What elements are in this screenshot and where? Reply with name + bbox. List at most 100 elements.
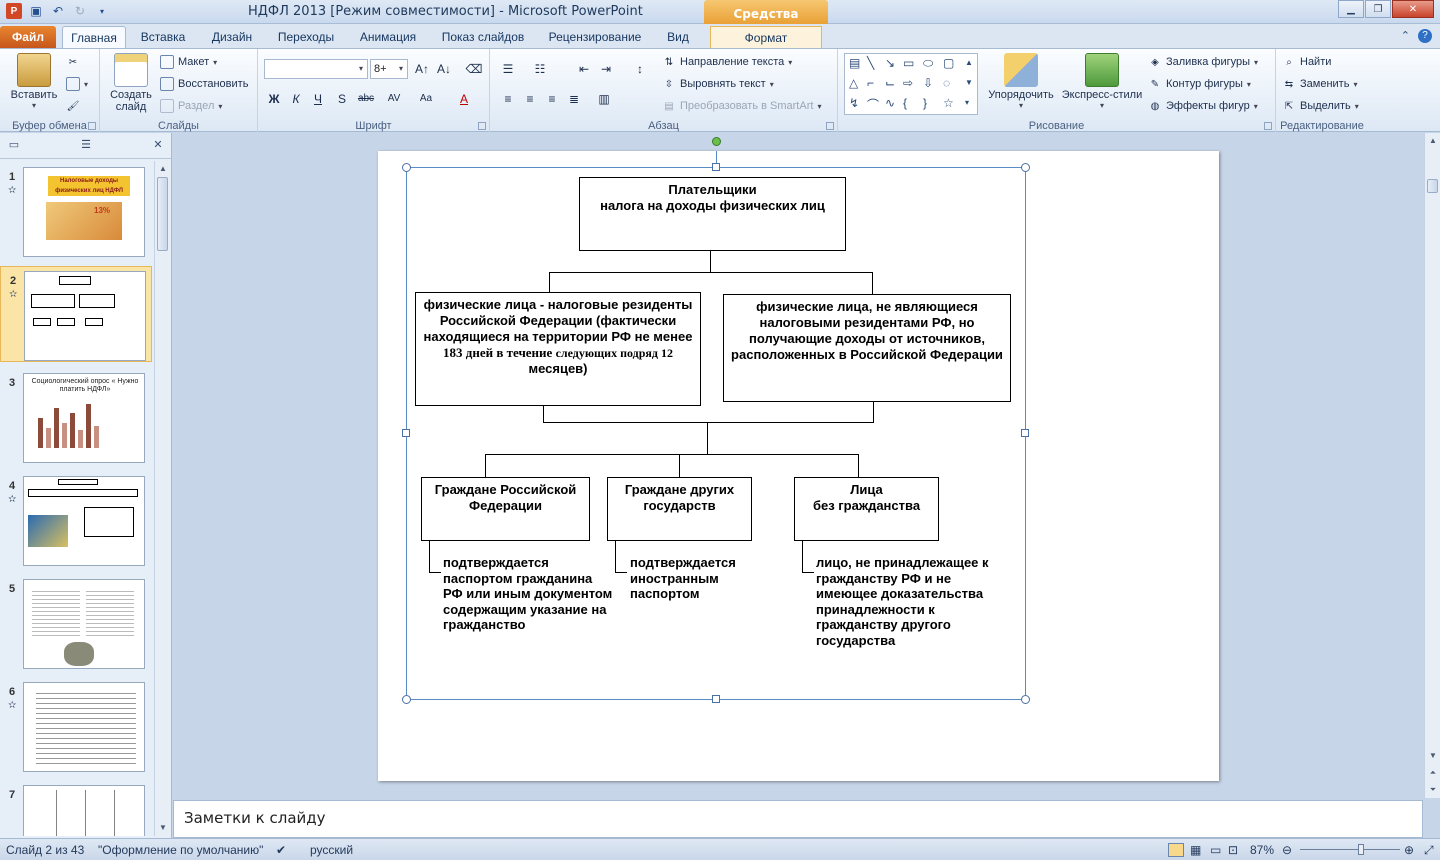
thumbnail-row-3[interactable]: 3 Социологический опрос « Нужно платить … [0,369,152,465]
zoom-slider[interactable] [1300,844,1400,855]
justify-icon[interactable]: ≣ [564,89,584,109]
slide-thumbnail-6[interactable] [23,682,145,772]
outline-tab-icon[interactable]: ☰ [78,138,94,154]
shapes-gallery[interactable]: ▤ ╲ ↘ ▭ ⬭ ▢ △ ⌐ ⌙ ⇨ ⇩ ◌ ↯ ⌒ ∿ { } ☆ ▲ ▼ … [844,53,978,115]
close-icon[interactable]: ✕ [1392,0,1434,18]
minimize-icon[interactable]: ▁ [1338,0,1364,18]
resize-handle-e[interactable] [1021,429,1029,437]
editor-scrollbar[interactable]: ▲ ▼ ⏶ ⏷ [1424,133,1440,798]
dialog-launcher-icon[interactable] [826,122,834,130]
scroll-down-icon[interactable]: ▼ [1425,748,1440,764]
redo-icon[interactable]: ↻ [72,3,88,19]
font-color-button[interactable]: A [454,89,474,109]
freeform-icon[interactable]: ∿ [885,96,895,110]
curve-icon[interactable]: ⌒ [867,96,879,113]
font-size-combo[interactable]: 8+ ▾ [370,59,408,79]
powerpoint-logo-icon[interactable]: P [6,3,22,19]
callout-shape-icon[interactable]: ◌ [943,76,950,90]
rotation-handle[interactable] [712,137,721,146]
tab-format[interactable]: Формат [710,26,822,48]
slide-thumbnail-5[interactable] [23,579,145,669]
line-spacing-icon[interactable]: ↕ [630,59,650,79]
tab-slideshow[interactable]: Показ слайдов [434,26,532,48]
grow-font-button[interactable]: A↑ [412,59,432,79]
star-shape-icon[interactable]: ☆ [943,96,954,110]
slide-thumbnail-2[interactable] [24,271,146,361]
scroll-up-icon[interactable]: ▲ [155,161,171,177]
resize-handle-s[interactable] [712,695,720,703]
bold-button[interactable]: Ж [264,89,284,109]
slides-panel-scrollbar[interactable]: ▲ ▼ [154,161,170,836]
thumbnail-row-5[interactable]: 5 [0,575,152,671]
scrollbar-thumb[interactable] [1427,179,1438,193]
notes-placeholder[interactable]: Заметки к слайду [184,809,326,827]
slide-thumbnail-4[interactable] [23,476,145,566]
scroll-up-icon[interactable]: ▲ [1425,133,1440,149]
shadow-button[interactable]: S [332,89,352,109]
zoom-in-icon[interactable]: ⊕ [1404,843,1414,857]
scroll-up-icon[interactable]: ▲ [965,58,973,67]
select-button[interactable]: ⇱ Выделить ▾ [1282,97,1359,115]
line-shape-icon[interactable]: ╲ [867,56,874,70]
language-indicator[interactable]: русский [310,843,353,857]
rectangle-shape-icon[interactable]: ▭ [903,56,914,70]
oval-shape-icon[interactable]: ⬭ [923,56,933,71]
slide-thumbnail-3[interactable]: Социологический опрос « Нужно платить НД… [23,373,145,463]
clear-formatting-icon[interactable]: ⌫ [464,59,484,79]
resize-handle-nw[interactable] [402,163,411,172]
thumbnail-row-6[interactable]: 6 ✫ [0,678,152,774]
undo-icon[interactable]: ↶ [50,3,66,19]
tab-home[interactable]: Главная [62,26,126,48]
dialog-launcher-icon[interactable] [88,122,96,130]
tab-transitions[interactable]: Переходы [270,26,342,48]
down-arrow-shape-icon[interactable]: ⇩ [923,76,933,90]
thumbnail-row-2[interactable]: 2 ✫ [0,266,152,362]
rounded-rect-shape-icon[interactable]: ▢ [943,56,954,70]
bullets-icon[interactable]: ☰ [498,59,518,79]
align-left-icon[interactable]: ≡ [498,89,518,109]
resize-handle-sw[interactable] [402,695,411,704]
text-direction-button[interactable]: ⇅ Направление текста ▾ [662,53,793,71]
numbering-icon[interactable]: ☷ [530,59,550,79]
gallery-more-icon[interactable]: ▾ [965,98,969,107]
zoom-out-icon[interactable]: ⊖ [1282,843,1292,857]
change-case-button[interactable]: Aa [416,89,436,109]
scrollbar-thumb[interactable] [157,177,168,251]
slide-sorter-icon[interactable]: ▦ [1190,843,1201,857]
quick-styles-button[interactable]: Экспресс-стили ▾ [1060,53,1144,110]
shape-fill-button[interactable]: ◈ Заливка фигуры ▾ [1148,53,1258,71]
dialog-launcher-icon[interactable] [478,122,486,130]
curve-arrow-icon[interactable]: ↯ [849,96,859,110]
minimize-ribbon-icon[interactable]: ⌃ [1401,29,1410,43]
tab-view[interactable]: Вид [660,26,696,48]
text-box-shape-icon[interactable]: ▤ [849,56,860,70]
shape-outline-button[interactable]: ✎ Контур фигуры ▾ [1148,75,1251,93]
dialog-launcher-icon[interactable] [1264,122,1272,130]
resize-handle-w[interactable] [402,429,410,437]
align-center-icon[interactable]: ≡ [520,89,540,109]
group-selection-frame[interactable] [406,167,1026,700]
cut-button[interactable]: ✂ [66,53,80,71]
thumbnail-row-1[interactable]: 1 ✫ Налоговые доходы физических лиц НДФЛ… [0,163,152,259]
align-right-icon[interactable]: ≡ [542,89,562,109]
maximize-icon[interactable]: ❐ [1365,0,1391,18]
left-brace-icon[interactable]: { [903,96,907,110]
thumbnail-row-4[interactable]: 4 ✫ [0,472,152,568]
fit-to-window-icon[interactable]: ⤢ [1424,843,1434,858]
italic-button[interactable]: К [286,89,306,109]
tab-insert[interactable]: Вставка [134,26,192,48]
scroll-down-icon[interactable]: ▼ [155,820,171,836]
next-slide-icon[interactable]: ⏷ [1425,782,1440,798]
copy-button[interactable]: ▾ [66,75,88,93]
theme-name[interactable]: "Оформление по умолчанию" [98,843,263,857]
notes-pane[interactable]: Заметки к слайду [173,800,1423,838]
font-name-combo[interactable]: ▾ [264,59,368,79]
tab-animation[interactable]: Анимация [352,26,424,48]
slides-tab-icon[interactable]: ▭ [6,138,22,154]
slide-canvas[interactable]: Плательщики налога на доходы физических … [378,137,1219,781]
zoom-slider-thumb[interactable] [1358,844,1365,855]
chevron-down-icon[interactable]: ▾ [355,60,367,78]
new-slide-button[interactable]: Создать слайд [106,53,156,113]
tab-file[interactable]: Файл [0,26,56,48]
triangle-shape-icon[interactable]: △ [849,76,858,90]
